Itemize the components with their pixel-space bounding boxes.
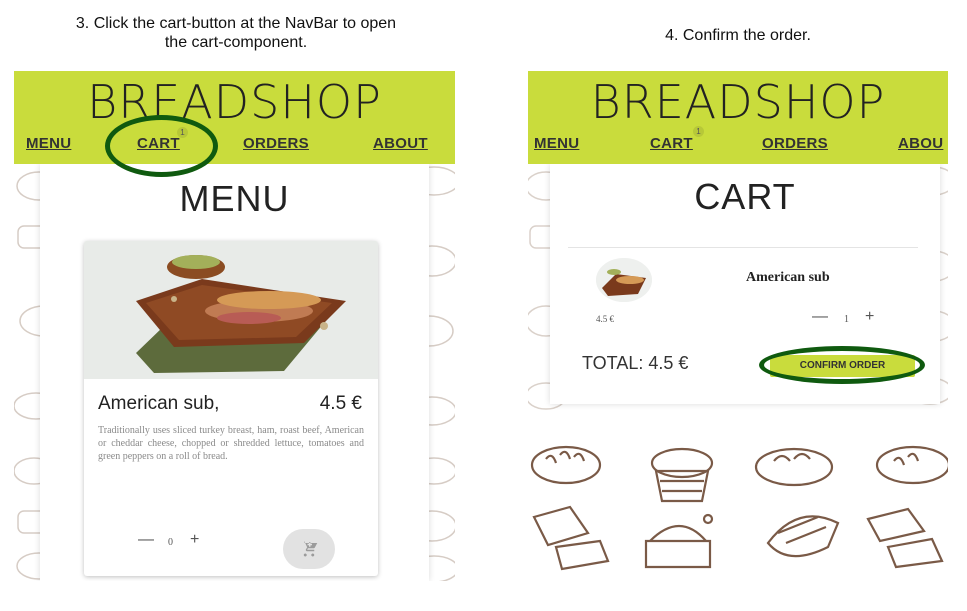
cart-highlight-ring bbox=[105, 115, 218, 177]
navbar: BREADSHOP MENU CART 1 ORDERS ABOU bbox=[528, 71, 948, 164]
brand-title[interactable]: BREADSHOP bbox=[528, 75, 948, 129]
nav-orders-link[interactable]: ORDERS bbox=[243, 135, 309, 152]
menu-screen: BREADSHOP MENU CART 1 ORDERS ABOUT MENU … bbox=[14, 71, 455, 581]
step4-caption: 4. Confirm the order. bbox=[665, 27, 811, 44]
brand-title[interactable]: BREADSHOP bbox=[14, 75, 455, 129]
product-card: American sub, 4.5 € Traditionally uses s… bbox=[84, 241, 378, 576]
add-shopping-cart-icon bbox=[302, 541, 318, 557]
product-description: Traditionally uses sliced turkey breast,… bbox=[98, 425, 364, 462]
step3-caption-line1: 3. Click the cart-button at the NavBar t… bbox=[75, 15, 397, 32]
nav-orders-link[interactable]: ORDERS bbox=[762, 135, 828, 152]
add-to-cart-button[interactable] bbox=[283, 529, 335, 569]
step3-caption-line2: the cart-component. bbox=[164, 34, 308, 51]
nav-about-link[interactable]: ABOUT bbox=[373, 135, 428, 152]
decrease-quantity-button[interactable]: — bbox=[138, 531, 154, 549]
cart-screen: BREADSHOP MENU CART 1 ORDERS ABOU CART A… bbox=[528, 71, 948, 581]
cart-quantity-value: 1 bbox=[844, 314, 849, 325]
product-price: 4.5 € bbox=[319, 393, 362, 414]
navbar: BREADSHOP MENU CART 1 ORDERS ABOUT bbox=[14, 71, 455, 164]
cart-item-price: 4.5 € bbox=[596, 314, 614, 324]
cart-item-name: American sub bbox=[746, 270, 830, 285]
cart-item-thumbnail bbox=[596, 258, 652, 302]
increase-quantity-button[interactable]: + bbox=[865, 308, 874, 326]
product-image bbox=[84, 241, 378, 379]
increase-quantity-button[interactable]: + bbox=[190, 531, 199, 549]
nav-cart-link[interactable]: CART bbox=[650, 135, 693, 152]
decrease-quantity-button[interactable]: — bbox=[812, 308, 828, 326]
cart-item-image bbox=[596, 258, 652, 302]
step3-caption: 3. Click the cart-button at the NavBar t… bbox=[16, 14, 456, 52]
page-title: CART bbox=[694, 176, 796, 217]
quantity-value: 0 bbox=[168, 537, 173, 548]
confirm-highlight-ring bbox=[759, 346, 925, 384]
cart-badge: 1 bbox=[693, 126, 704, 137]
page-title: MENU bbox=[179, 178, 290, 219]
nav-menu-link[interactable]: MENU bbox=[534, 135, 579, 152]
divider bbox=[568, 247, 918, 248]
product-name: American sub, bbox=[98, 393, 220, 414]
nav-about-link[interactable]: ABOU bbox=[898, 135, 943, 152]
cart-total: TOTAL: 4.5 € bbox=[582, 353, 689, 373]
nav-menu-link[interactable]: MENU bbox=[26, 135, 71, 152]
